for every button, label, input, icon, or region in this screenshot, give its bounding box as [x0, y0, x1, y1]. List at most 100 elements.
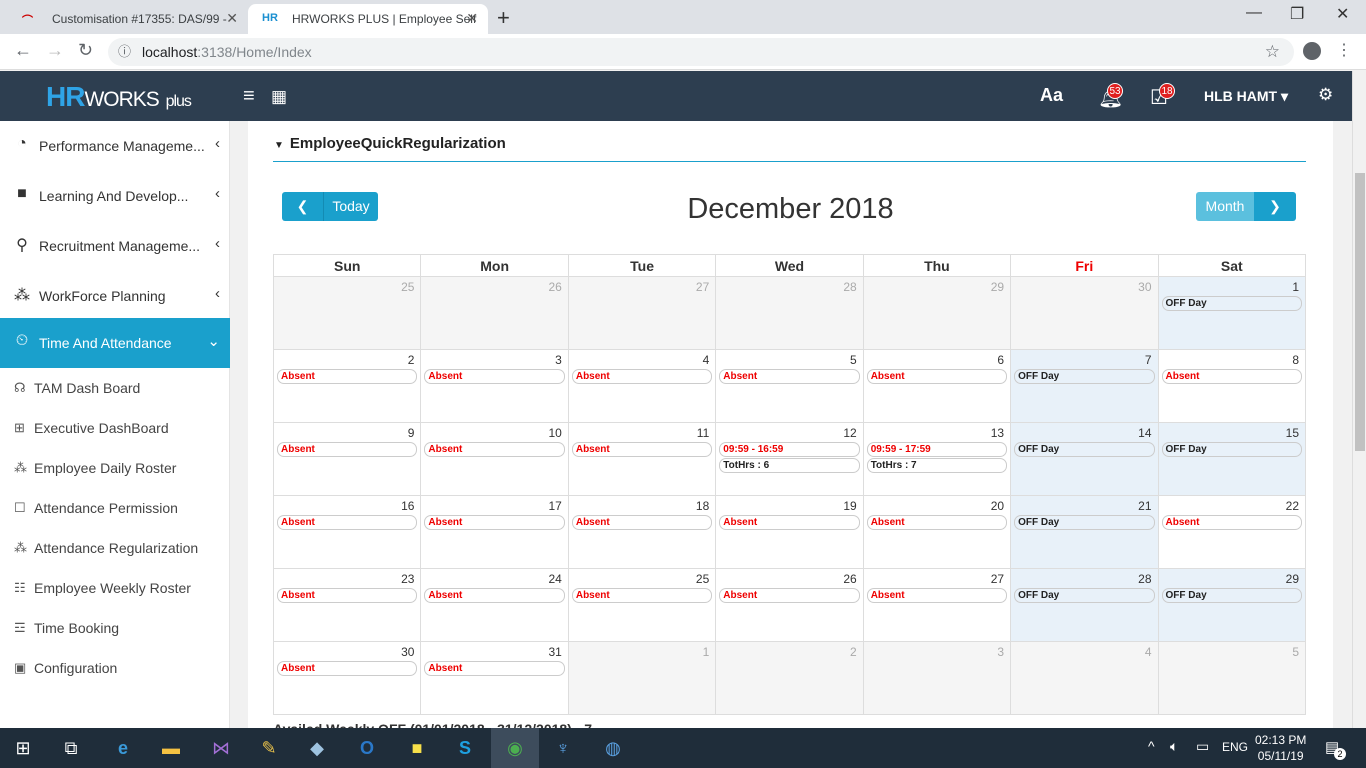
app-icon[interactable]: ♆	[550, 736, 576, 760]
calendar-event[interactable]: Absent	[719, 588, 860, 603]
day-number[interactable]: 13	[864, 423, 1010, 441]
day-number[interactable]: 25	[274, 277, 420, 295]
calendar-day-cell[interactable]: 21 OFF Day	[1010, 495, 1159, 569]
sticky-notes-icon[interactable]: ■	[404, 736, 430, 760]
network-icon[interactable]: ▭	[1196, 738, 1209, 755]
windows-start-icon[interactable]: ⊞	[10, 736, 36, 760]
day-number[interactable]: 30	[274, 642, 420, 660]
minimize-button[interactable]: —	[1246, 4, 1262, 22]
browser-tab-hrworks[interactable]: HR HRWORKS PLUS | Employee Self ✕	[248, 4, 488, 34]
network-app-icon[interactable]: ◍	[600, 736, 626, 760]
user-dropdown[interactable]: HLB HAMT ▾	[1204, 88, 1288, 105]
calendar-day-cell[interactable]: 16 Absent	[272, 495, 422, 569]
calendar-event[interactable]: Absent	[277, 515, 418, 530]
day-number[interactable]: 18	[569, 496, 715, 514]
file-explorer-icon[interactable]: ▬	[158, 736, 184, 760]
calendar-day-cell[interactable]: 1	[567, 641, 717, 715]
info-icon[interactable]: ⓘ	[118, 38, 131, 66]
calendar-day-cell[interactable]: 3	[862, 641, 1012, 715]
visual-studio-icon[interactable]: ⋈	[208, 736, 234, 760]
calendar-day-cell[interactable]: 9 Absent	[272, 422, 422, 496]
chrome-icon[interactable]: ◉	[491, 728, 539, 768]
day-number[interactable]: 15	[1159, 423, 1305, 441]
day-number[interactable]: 17	[421, 496, 567, 514]
sidebar-sub-weekly-roster[interactable]: ☷ Employee Weekly Roster	[0, 568, 230, 608]
skype-icon[interactable]: S	[452, 736, 478, 760]
hamburger-menu-icon[interactable]: ≡	[243, 85, 255, 108]
calendar-event[interactable]: OFF Day	[1014, 442, 1155, 457]
maximize-button[interactable]: ❐	[1290, 4, 1304, 24]
day-number[interactable]: 5	[1159, 642, 1305, 660]
day-number[interactable]: 12	[716, 423, 862, 441]
calendar-day-cell[interactable]: 30 Absent	[272, 641, 422, 715]
volume-muted-icon[interactable]: 🔈︎	[1170, 738, 1178, 755]
bookmark-star-icon[interactable]: ☆	[1265, 38, 1280, 66]
tray-chevron-up-icon[interactable]: ^	[1148, 738, 1155, 754]
day-number[interactable]: 19	[716, 496, 862, 514]
calendar-event[interactable]: Absent	[1161, 515, 1302, 530]
calendar-day-cell[interactable]: 28	[715, 276, 864, 350]
calendar-day-cell[interactable]: 5 Absent	[715, 349, 864, 423]
close-tab-icon[interactable]: ✕	[226, 10, 238, 27]
day-number[interactable]: 30	[1011, 277, 1157, 295]
new-tab-button[interactable]: +	[497, 5, 510, 31]
outlook-icon[interactable]: O	[354, 736, 380, 760]
browser-tab-customisation[interactable]: ⌒ Customisation #17355: DAS/99 - ✕	[8, 4, 248, 34]
calendar-day-cell[interactable]: 20 Absent	[862, 495, 1012, 569]
day-number[interactable]: 1	[569, 642, 715, 660]
font-size-icon[interactable]: Aa	[1040, 85, 1063, 106]
calendar-event[interactable]: Absent	[719, 515, 860, 530]
calendar-day-cell[interactable]: 29	[862, 276, 1012, 350]
calendar-event[interactable]: Absent	[424, 661, 565, 676]
day-number[interactable]: 27	[569, 277, 715, 295]
calendar-day-cell[interactable]: 17 Absent	[420, 495, 569, 569]
calendar-day-cell[interactable]: 6 Absent	[862, 349, 1012, 423]
calendar-day-cell[interactable]: 7 OFF Day	[1010, 349, 1159, 423]
sidebar-sub-executive-dashboard[interactable]: ⊞ Executive DashBoard	[0, 408, 230, 448]
notes-icon[interactable]: ◆	[304, 736, 330, 760]
sidebar-item-workforce[interactable]: ⁂ WorkForce Planning ‹	[0, 271, 230, 321]
close-window-button[interactable]: ✕	[1336, 4, 1349, 24]
settings-gear-icon[interactable]: ⚙	[1318, 85, 1333, 105]
sidebar-sub-tam-dashboard[interactable]: ☊ TAM Dash Board	[0, 368, 230, 408]
day-number[interactable]: 23	[274, 569, 420, 587]
calendar-day-cell[interactable]: 26	[420, 276, 569, 350]
calendar-event[interactable]: 09:59 - 17:59	[866, 442, 1008, 457]
panel-title[interactable]: ▼ EmployeeQuickRegularization	[274, 135, 506, 152]
calendar-event[interactable]: OFF Day	[1014, 588, 1155, 603]
day-number[interactable]: 21	[1011, 496, 1157, 514]
day-number[interactable]: 6	[864, 350, 1010, 368]
calendar-day-cell[interactable]: 2	[715, 641, 864, 715]
calendar-day-cell[interactable]: 8 Absent	[1157, 349, 1307, 423]
day-number[interactable]: 29	[864, 277, 1010, 295]
calendar-day-cell[interactable]: 4	[1010, 641, 1159, 715]
sidebar-sub-time-booking[interactable]: ☲ Time Booking	[0, 608, 230, 648]
calendar-day-cell[interactable]: 3 Absent	[420, 349, 569, 423]
calendar-day-cell[interactable]: 29 OFF Day	[1157, 568, 1307, 642]
day-number[interactable]: 31	[421, 642, 567, 660]
close-tab-icon[interactable]: ✕	[466, 10, 478, 27]
calendar-day-cell[interactable]: 15 OFF Day	[1157, 422, 1307, 496]
apps-grid-icon[interactable]: ▦	[271, 87, 287, 107]
day-number[interactable]: 11	[569, 423, 715, 441]
forward-icon[interactable]: →	[46, 40, 64, 61]
sidebar-item-recruitment[interactable]: ⚲ Recruitment Manageme... ‹	[0, 221, 230, 271]
calendar-event[interactable]: Absent	[1161, 369, 1302, 384]
calendar-event[interactable]: TotHrs : 6	[719, 458, 860, 473]
day-number[interactable]: 10	[421, 423, 567, 441]
calendar-event[interactable]: Absent	[277, 588, 418, 603]
sidebar-item-learning[interactable]: ■ Learning And Develop... ‹	[0, 171, 230, 221]
day-number[interactable]: 3	[421, 350, 567, 368]
calendar-event[interactable]: Absent	[424, 369, 565, 384]
calendar-event[interactable]: OFF Day	[1161, 296, 1302, 311]
day-number[interactable]: 26	[421, 277, 567, 295]
back-icon[interactable]: ←	[14, 40, 32, 61]
calendar-day-cell[interactable]: 14 OFF Day	[1010, 422, 1159, 496]
scrollbar-thumb[interactable]	[1355, 173, 1365, 451]
calendar-day-cell[interactable]: 11 Absent	[567, 422, 717, 496]
day-number[interactable]: 1	[1159, 277, 1305, 295]
day-number[interactable]: 9	[274, 423, 420, 441]
day-number[interactable]: 14	[1011, 423, 1157, 441]
sidebar-item-performance[interactable]: ◔ Performance Manageme... ‹	[0, 121, 230, 171]
tool-icon[interactable]: ✎	[256, 736, 282, 760]
